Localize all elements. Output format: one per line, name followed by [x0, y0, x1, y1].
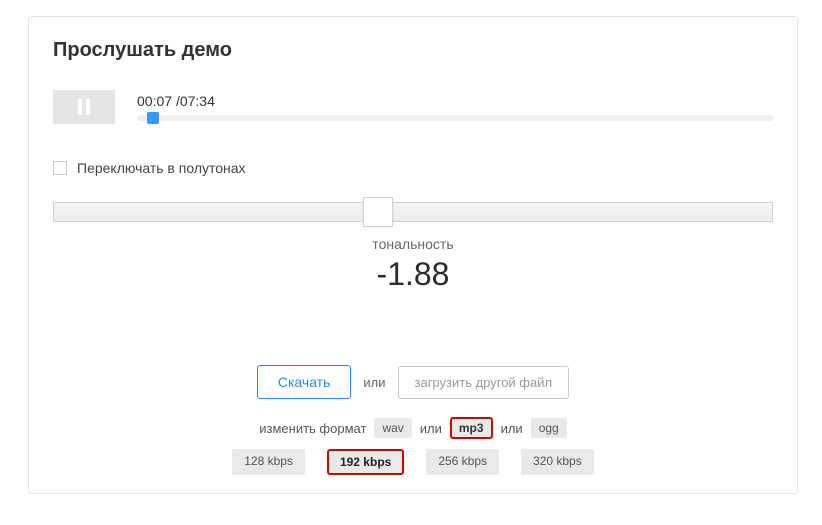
progress-track[interactable] — [137, 115, 773, 121]
current-time: 00:07 — [137, 93, 172, 109]
or-text-2: или — [420, 421, 442, 436]
bitrate-row: 128 kbps 192 kbps 256 kbps 320 kbps — [29, 449, 797, 475]
progress-thumb[interactable] — [147, 112, 159, 124]
bitrate-320[interactable]: 320 kbps — [521, 449, 594, 475]
bitrate-128[interactable]: 128 kbps — [232, 449, 305, 475]
player-row: 00:07 /07:34 — [53, 90, 773, 124]
upload-button[interactable]: загрузить другой файл — [398, 366, 570, 399]
tone-value: -1.88 — [53, 256, 773, 293]
pause-button[interactable] — [53, 90, 115, 124]
bottom-block: Скачать или загрузить другой файл измени… — [29, 365, 797, 475]
semitone-row: Переключать в полутонах — [53, 160, 773, 176]
or-text-1: или — [363, 375, 385, 390]
total-time: 07:34 — [180, 93, 215, 109]
change-format-label: изменить формат — [259, 421, 366, 436]
format-option-wav[interactable]: wav — [374, 418, 411, 438]
tone-label: тональность — [53, 236, 773, 252]
bitrate-192[interactable]: 192 kbps — [327, 449, 404, 475]
tone-slider-thumb[interactable] — [363, 197, 393, 227]
card-title: Прослушать демо — [53, 39, 773, 62]
format-option-ogg[interactable]: ogg — [531, 418, 567, 438]
bitrate-256[interactable]: 256 kbps — [426, 449, 499, 475]
format-row: изменить формат wav или mp3 или ogg — [29, 417, 797, 439]
semitone-label: Переключать в полутонах — [77, 160, 246, 176]
or-text-3: или — [501, 421, 523, 436]
pause-icon — [78, 99, 90, 115]
download-button[interactable]: Скачать — [257, 365, 352, 399]
tone-slider[interactable] — [53, 202, 773, 222]
time-and-track: 00:07 /07:34 — [137, 93, 773, 121]
demo-player-card: Прослушать демо 00:07 /07:34 Переключать… — [28, 16, 798, 494]
semitone-checkbox[interactable] — [53, 161, 67, 175]
action-row: Скачать или загрузить другой файл — [29, 365, 797, 399]
format-option-mp3[interactable]: mp3 — [450, 417, 493, 439]
time-display: 00:07 /07:34 — [137, 93, 773, 109]
